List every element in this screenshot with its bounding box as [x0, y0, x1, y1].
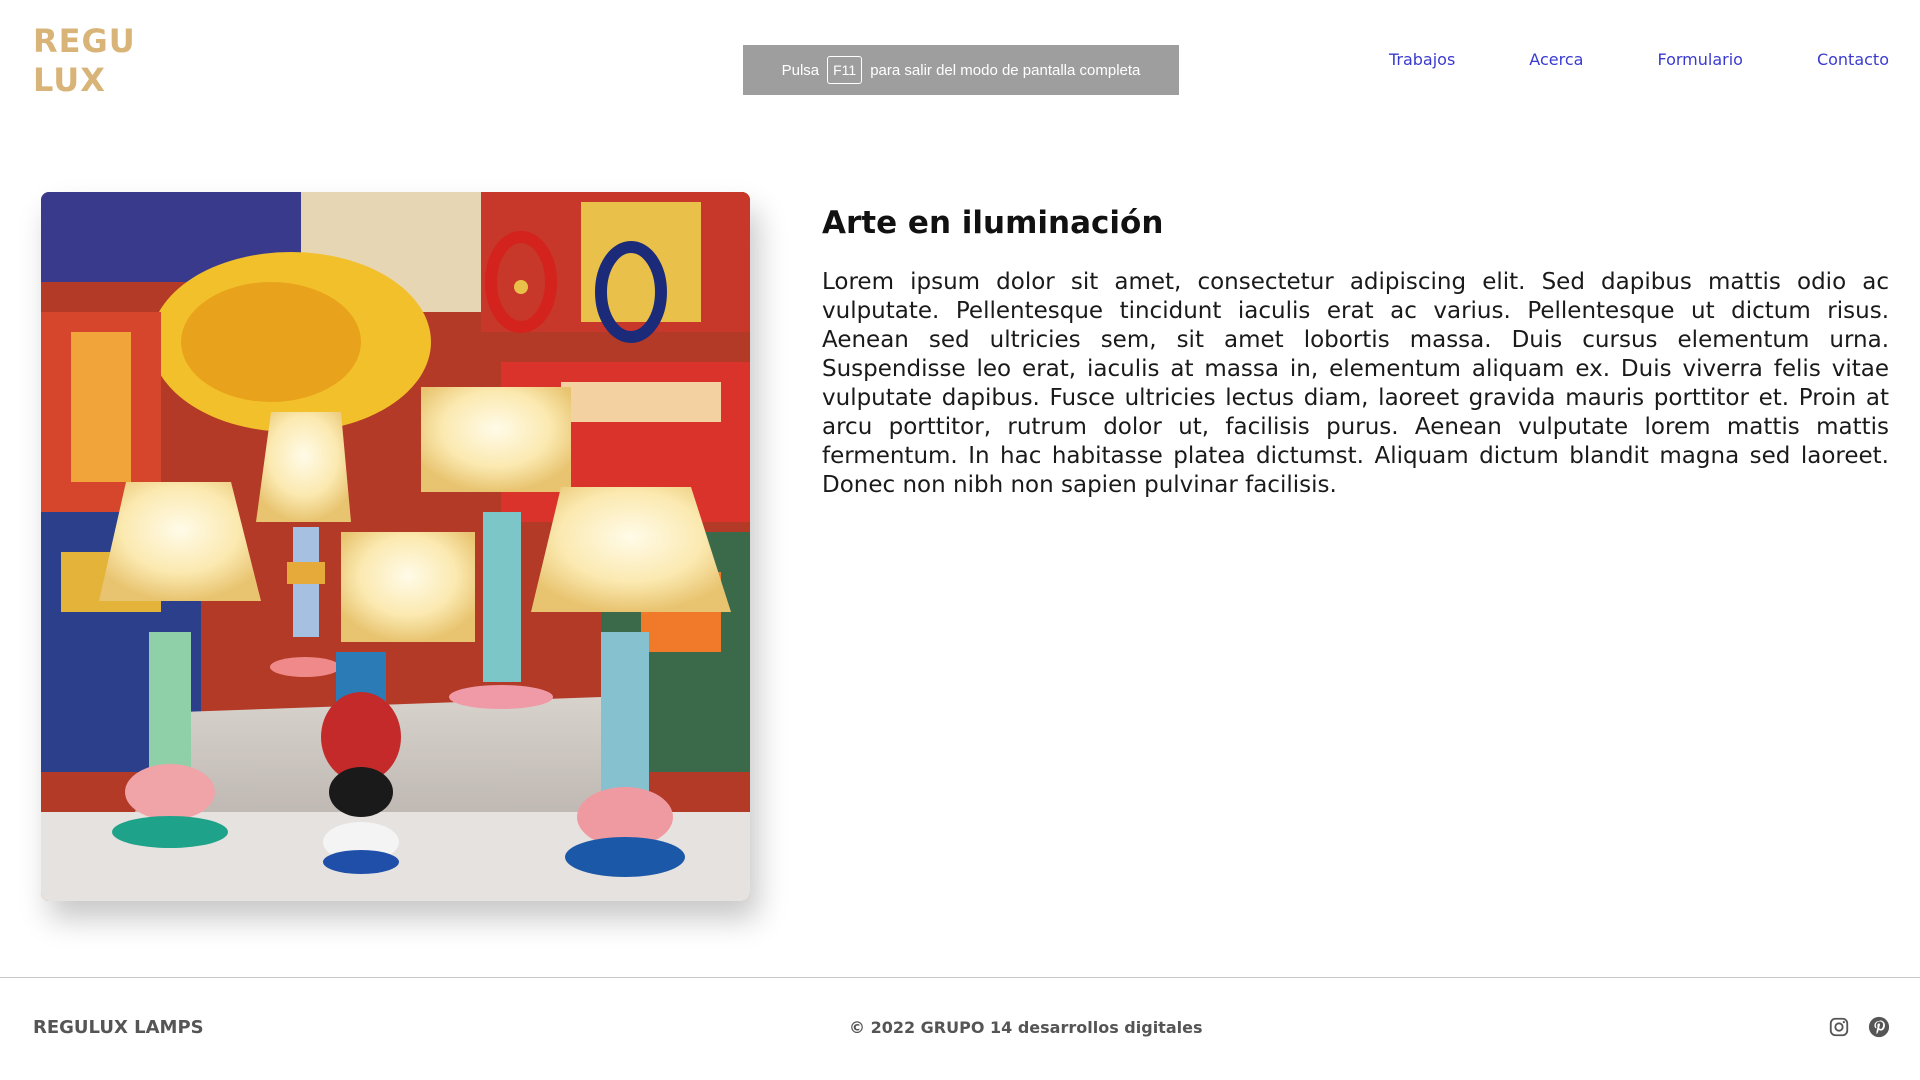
- logo-line-1: REGU: [33, 22, 136, 60]
- pinterest-icon[interactable]: [1868, 1016, 1890, 1038]
- logo-line-2: LUX: [33, 61, 106, 99]
- banner-text-after: para salir del modo de pantalla completa: [870, 61, 1141, 79]
- footer-copyright: © 2022 GRUPO 14 desarrollos digitales: [849, 1018, 1203, 1037]
- nav-link-formulario[interactable]: Formulario: [1657, 50, 1743, 69]
- banner-text-before: Pulsa: [781, 61, 820, 79]
- banner-key: F11: [827, 56, 863, 84]
- footer-divider: [0, 977, 1920, 978]
- social-links: [1828, 1016, 1890, 1038]
- lamps-photo-illustration: [41, 192, 750, 901]
- page-title: Arte en iluminación: [822, 205, 1164, 241]
- instagram-icon[interactable]: [1828, 1016, 1850, 1038]
- nav-link-contacto[interactable]: Contacto: [1817, 50, 1889, 69]
- lamps-photo: [41, 192, 750, 901]
- nav-link-trabajos[interactable]: Trabajos: [1389, 50, 1455, 69]
- body-text: Lorem ipsum dolor sit amet, consectetur …: [822, 269, 1889, 498]
- main-content: Arte en iluminación Lorem ipsum dolor si…: [822, 203, 1889, 500]
- footer-brand: REGULUX LAMPS: [33, 1017, 204, 1038]
- main-nav: Trabajos Acerca Formulario Contacto: [1389, 50, 1889, 69]
- fullscreen-exit-banner: Pulsa F11 para salir del modo de pantall…: [743, 45, 1179, 95]
- nav-link-acerca[interactable]: Acerca: [1529, 50, 1583, 69]
- site-logo[interactable]: REGU LUX: [33, 22, 136, 100]
